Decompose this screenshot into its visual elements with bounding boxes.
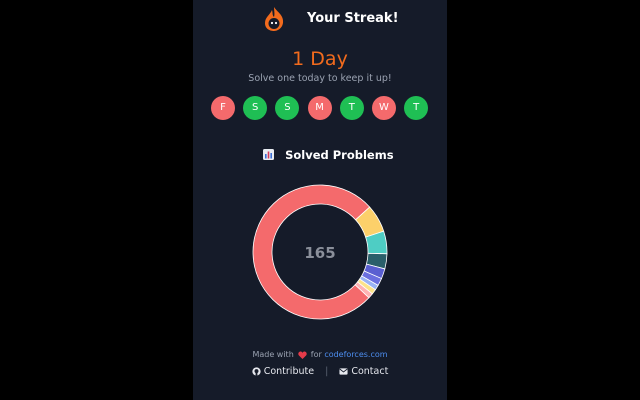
contribute-link[interactable]: Contribute: [252, 366, 314, 377]
day-circle: F: [211, 96, 235, 120]
streak-count: 1 Day: [292, 48, 348, 70]
mail-icon: [339, 368, 348, 375]
extension-panel: Your Streak! 1 Day Solve one today to ke…: [193, 0, 447, 400]
solved-problems-heading: Solved Problems: [263, 144, 394, 162]
link-separator: |: [325, 366, 329, 377]
day-circle: S: [275, 96, 300, 120]
contribute-label: Contribute: [263, 366, 315, 377]
heart-icon: [298, 350, 307, 359]
github-icon: [252, 367, 261, 376]
page-title: Your Streak!: [307, 11, 399, 26]
solved-problems-title: Solved Problems: [285, 147, 394, 162]
contact-link[interactable]: Contact: [339, 366, 388, 377]
flame-mascot-icon: [265, 7, 284, 31]
bar-chart-icon: [263, 149, 274, 160]
footer-links: Contribute | Contact: [193, 366, 447, 377]
header: Your Streak!: [193, 6, 447, 34]
contact-label: Contact: [351, 366, 389, 377]
footer-credit: Made with for codeforces.com: [193, 350, 447, 359]
day-circle: S: [243, 96, 268, 120]
day-circle: T: [404, 96, 429, 120]
week-days: FSSMTWT: [211, 96, 431, 120]
codeforces-link[interactable]: codeforces.com: [324, 350, 387, 359]
for-text: for: [310, 350, 322, 359]
donut-center-label: 165: [304, 244, 335, 262]
day-circle: M: [307, 96, 332, 120]
day-circle: W: [372, 96, 396, 120]
solved-problems-donut-chart: 165: [252, 184, 388, 320]
day-circle: T: [339, 96, 364, 120]
made-with-text: Made with: [252, 350, 294, 359]
streak-subtitle: Solve one today to keep it up!: [248, 73, 392, 84]
